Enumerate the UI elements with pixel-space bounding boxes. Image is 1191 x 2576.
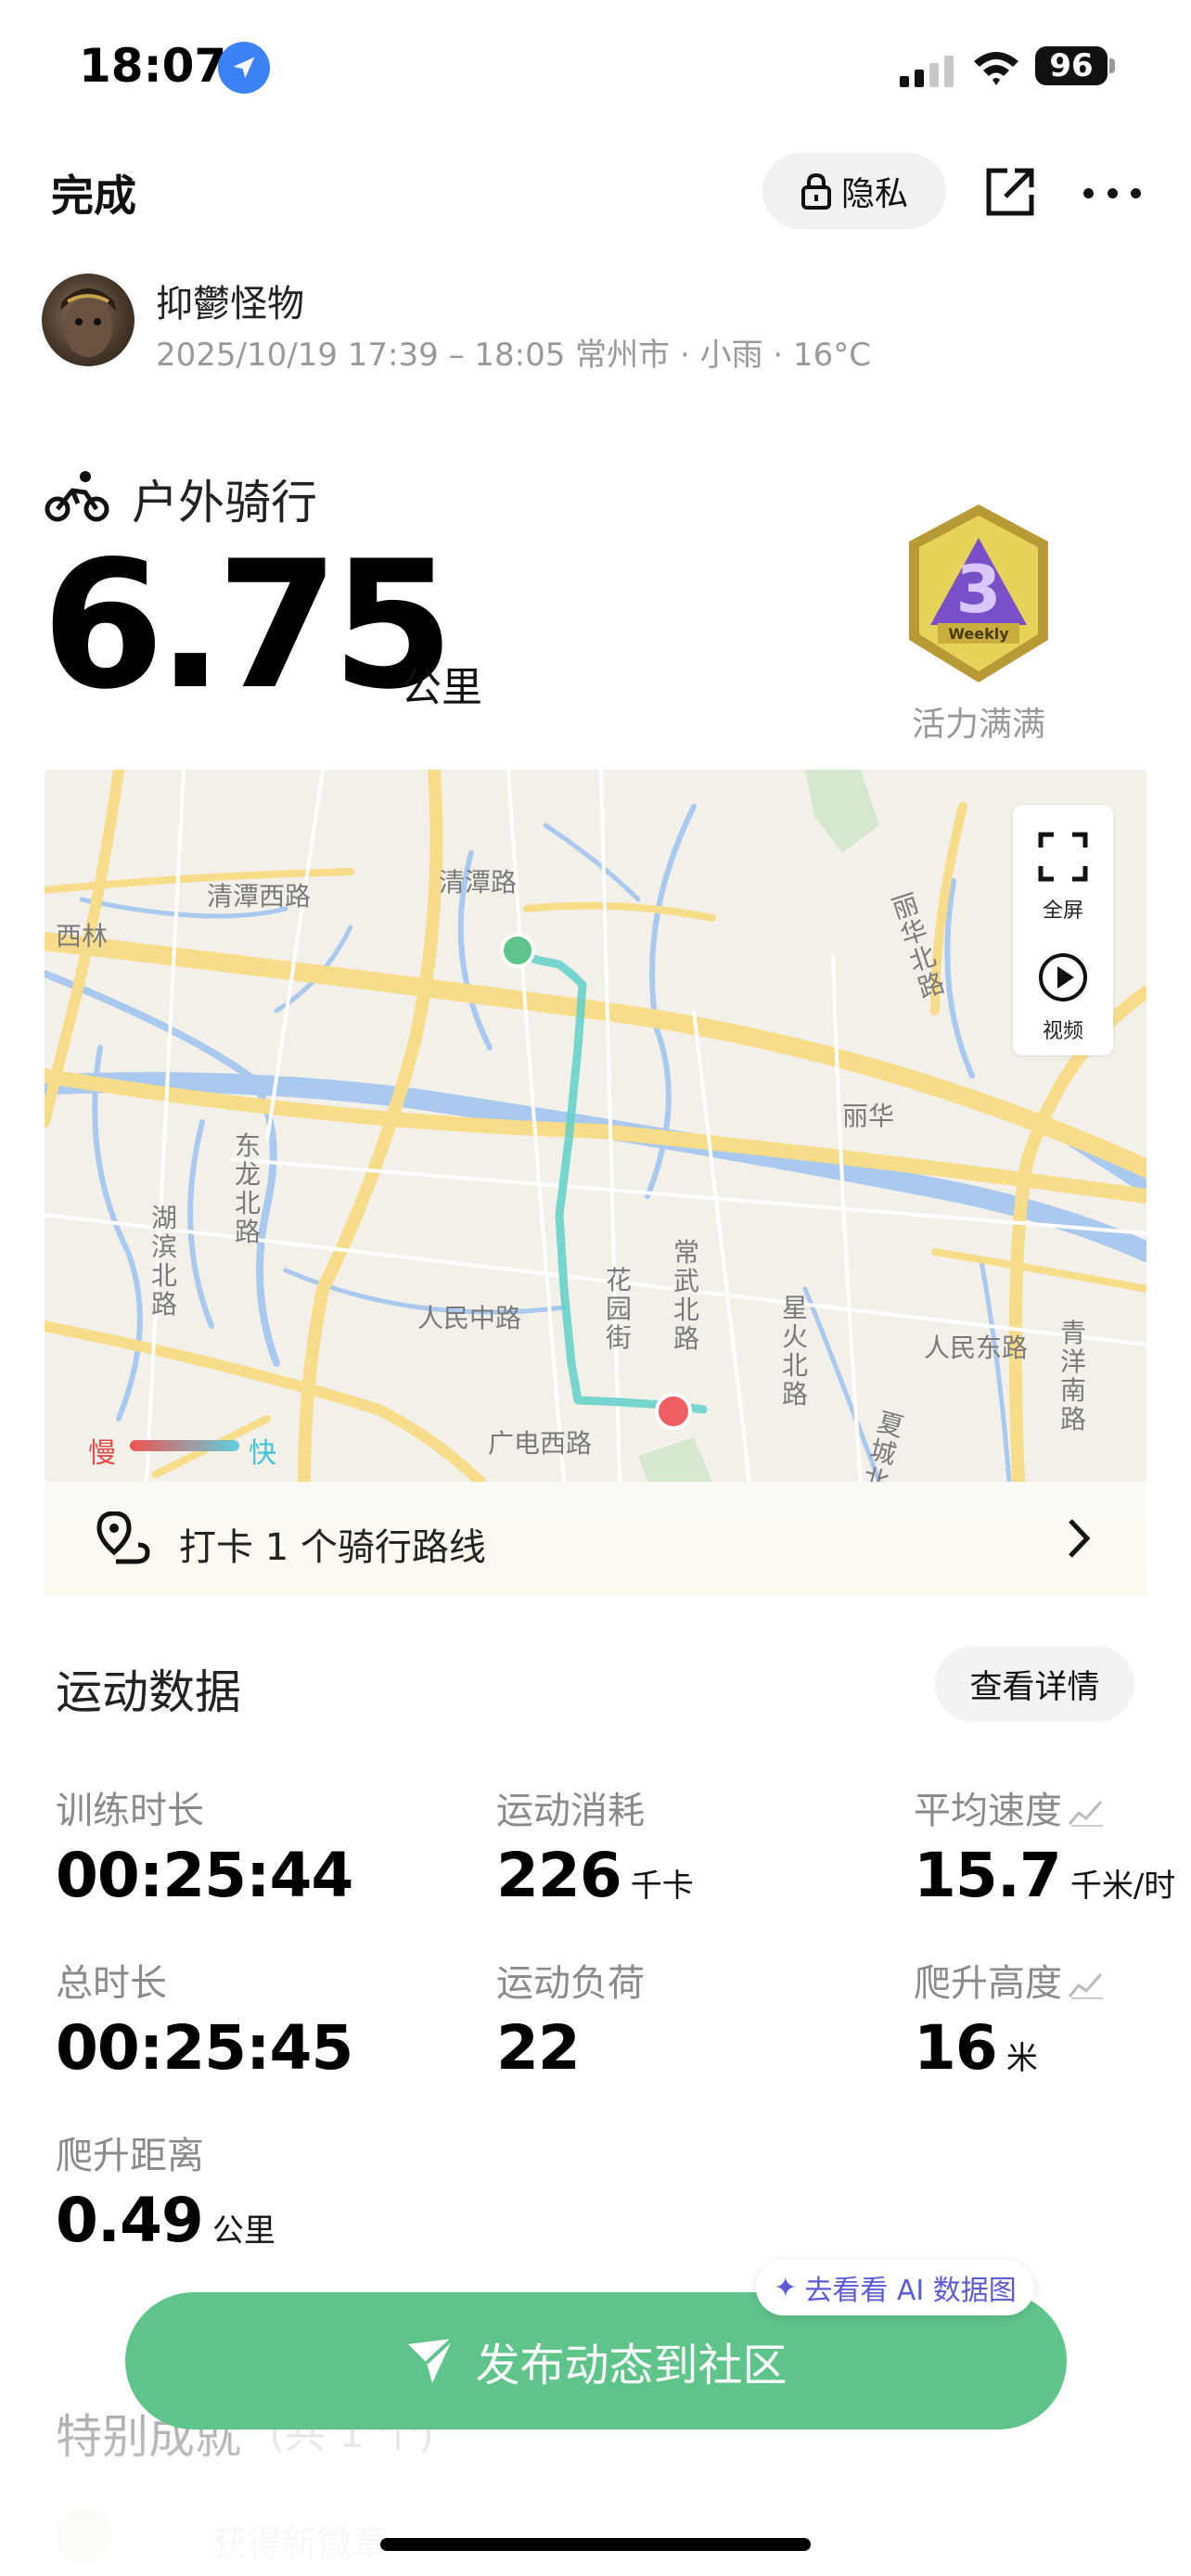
achievement-item: 获得新徽章 [211, 2523, 389, 2564]
map-label: 常武北路 [673, 1237, 700, 1354]
route-end-marker [655, 1393, 692, 1430]
fullscreen-icon[interactable] [1037, 831, 1089, 883]
location-arrow-icon [218, 42, 270, 94]
stat-label: 爬升高度 [914, 1953, 1105, 2007]
video-play-icon[interactable] [1037, 951, 1089, 1003]
map-label: 西林 [56, 921, 109, 951]
view-details-button[interactable]: 查看详情 [935, 1646, 1134, 1722]
stat-climb-distance: 爬升距离 0.49 公里 [56, 2125, 275, 2256]
stat-training-load: 运动负荷 22 [496, 1953, 645, 2084]
distance-value: 6.75 [42, 523, 455, 728]
stat-average-speed[interactable]: 平均速度 15.7 千米/时 [914, 1780, 1175, 1911]
stat-unit: 公里 [211, 2213, 275, 2250]
stat-unit: 千卡 [630, 1868, 694, 1905]
more-icon[interactable] [1083, 176, 1141, 210]
stat-label: 总时长 [56, 1962, 167, 2005]
stat-value: 22 [496, 2012, 581, 2084]
route-pin-icon [96, 1511, 150, 1564]
stat-label: 训练时长 [56, 1790, 204, 1832]
done-button[interactable]: 完成 [51, 162, 136, 223]
stat-label: 爬升距离 [56, 2135, 204, 2177]
ai-tag-label: 去看看 AI 数据图 [804, 2275, 1017, 2307]
publish-label: 发布动态到社区 [475, 2340, 788, 2391]
stat-elevation-gain[interactable]: 爬升高度 16 米 [914, 1953, 1105, 2084]
trend-chart-icon [1068, 1973, 1103, 1999]
stat-unit: 米 [1005, 2040, 1038, 2077]
wifi-icon [974, 52, 1018, 85]
stat-label: 平均速度 [914, 1780, 1175, 1834]
map-label: 丽华 [842, 1101, 895, 1131]
map-controls: 全屏 视频 [1013, 805, 1113, 1055]
stat-value: 00:25:44 [56, 1840, 353, 1911]
stat-value: 00:25:45 [56, 2012, 353, 2084]
achievement-badge-icon [56, 2508, 111, 2564]
map-label: 星火北路 [782, 1293, 809, 1409]
stat-unit: 千米/时 [1069, 1868, 1176, 1905]
send-icon [408, 2337, 455, 2383]
badge-label: 活力满满 [911, 706, 1045, 744]
map-label: 人民中路 [417, 1303, 522, 1333]
map-label: 广电西路 [488, 1428, 593, 1459]
stat-label: 运动负荷 [496, 1962, 645, 2005]
activity-meta: 2025/10/19 17:39 – 18:05 常州市 · 小雨 · 16°C [156, 337, 872, 374]
stat-value: 226 千卡 [496, 1840, 694, 1911]
legend-fast-label: 快 [249, 1437, 276, 1470]
stat-total-time: 总时长 00:25:45 [56, 1953, 353, 2084]
cellular-signal-icon [900, 56, 954, 87]
map-label: 湖滨北路 [151, 1203, 178, 1320]
map-label: 花园街 [606, 1265, 633, 1353]
checkin-text: 打卡 1 个骑行路线 [179, 1526, 486, 1569]
sparkle-icon: ✦ [774, 2271, 798, 2304]
stats-section-title: 运动数据 [56, 1665, 241, 1719]
fullscreen-label[interactable]: 全屏 [1013, 894, 1113, 924]
map-label: 东龙北路 [235, 1130, 262, 1247]
battery-tip [1109, 58, 1115, 73]
privacy-button[interactable]: 隐私 [762, 153, 946, 229]
map-label: 清潭西路 [207, 881, 312, 912]
video-label[interactable]: 视频 [1013, 1014, 1113, 1044]
weekly-badge-icon[interactable]: 3 Weekly [895, 501, 1062, 686]
legend-slow-label: 慢 [88, 1437, 116, 1470]
distance-unit: 公里 [401, 664, 482, 711]
ai-data-chart-button[interactable]: ✦ 去看看 AI 数据图 [756, 2260, 1034, 2315]
badge-text: Weekly [948, 625, 1009, 643]
route-start-marker [500, 933, 535, 968]
map-label: 青洋南路 [1060, 1318, 1087, 1435]
stat-value: 0.49 公里 [56, 2185, 275, 2256]
trend-chart-icon [1068, 1801, 1103, 1827]
stat-training-time: 训练时长 00:25:44 [56, 1780, 353, 1911]
lock-icon [800, 172, 831, 210]
map-label: 人民东路 [924, 1333, 1029, 1363]
stat-label: 运动消耗 [496, 1790, 645, 1832]
speed-legend-bar [130, 1440, 239, 1451]
badge-number: 3 [956, 552, 1002, 628]
map-label: 清潭路 [439, 867, 518, 898]
share-icon[interactable] [983, 165, 1037, 219]
bicycle-icon [45, 471, 109, 522]
route-checkin-row[interactable]: 打卡 1 个骑行路线 [45, 1482, 1146, 1595]
chevron-right-icon [1069, 1519, 1091, 1558]
home-indicator[interactable] [380, 2538, 811, 2551]
privacy-label: 隐私 [840, 175, 908, 213]
route-map[interactable]: 清潭西路 清潭路 西林 丽华北路 丽华 东龙北路 湖滨北路 人民中路 花园街 常… [45, 770, 1146, 1482]
stat-value: 15.7 千米/时 [914, 1840, 1176, 1911]
battery-indicator: 96 [1035, 46, 1108, 85]
stat-calories: 运动消耗 226 千卡 [496, 1780, 694, 1911]
status-time: 18:07 [79, 39, 227, 93]
avatar[interactable] [42, 274, 134, 366]
stat-value: 16 米 [914, 2012, 1038, 2084]
user-name: 抑鬱怪物 [156, 283, 304, 325]
